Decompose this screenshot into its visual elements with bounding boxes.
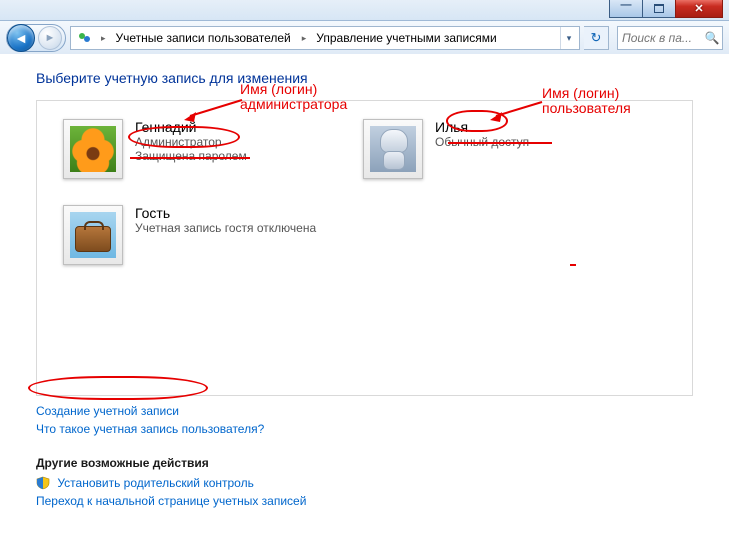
content-area: Выберите учетную запись для изменения Ге… xyxy=(0,54,729,543)
account-gennadiy[interactable]: Геннадий Администратор Защищена паролем xyxy=(63,119,363,179)
other-actions-heading: Другие возможные действия xyxy=(36,456,693,470)
forward-button[interactable]: ► xyxy=(38,26,62,50)
breadcrumb-dropdown[interactable]: ▾ xyxy=(560,27,577,49)
account-name: Илья xyxy=(435,119,529,135)
search-icon[interactable]: 🔍 xyxy=(702,31,722,45)
back-button[interactable]: ◄ xyxy=(7,24,35,52)
nav-buttons: ◄ ► xyxy=(6,24,66,52)
robot-icon xyxy=(370,126,416,172)
maximize-button[interactable] xyxy=(642,0,676,18)
account-texts: Гость Учетная запись гостя отключена xyxy=(135,205,316,265)
link-create-account[interactable]: Создание учетной записи xyxy=(36,404,179,418)
accounts-row: Геннадий Администратор Защищена паролем … xyxy=(43,119,686,291)
link-what-is-account[interactable]: Что такое учетная запись пользователя? xyxy=(36,422,264,436)
breadcrumb-seg-1[interactable]: Учетные записи пользователей xyxy=(110,27,298,49)
page-title: Выберите учетную запись для изменения xyxy=(36,70,693,86)
window-buttons: — ✕ xyxy=(610,0,723,18)
account-texts: Геннадий Администратор Защищена паролем xyxy=(135,119,247,179)
arrow-right-icon: ► xyxy=(45,32,56,44)
account-name: Гость xyxy=(135,205,316,221)
account-role: Администратор xyxy=(135,135,247,149)
breadcrumb[interactable]: ▸ Учетные записи пользователей ▸ Управле… xyxy=(70,26,580,50)
refresh-icon: ↻ xyxy=(591,30,602,46)
chevron-right-icon: ▸ xyxy=(97,33,110,44)
avatar xyxy=(63,119,123,179)
search-input[interactable] xyxy=(618,31,702,45)
accounts-box: Геннадий Администратор Защищена паролем … xyxy=(36,100,693,396)
suitcase-icon xyxy=(70,212,116,258)
flower-icon xyxy=(70,126,116,172)
avatar xyxy=(363,119,423,179)
account-guest[interactable]: Гость Учетная запись гостя отключена xyxy=(63,205,363,265)
title-bar: — ✕ xyxy=(0,0,729,21)
link-parental-controls[interactable]: Установить родительский контроль xyxy=(57,476,254,490)
search-box[interactable]: 🔍 xyxy=(617,26,723,50)
links-block: Создание учетной записи Что такое учетна… xyxy=(36,402,693,438)
close-button[interactable]: ✕ xyxy=(675,0,723,18)
arrow-left-icon: ◄ xyxy=(14,30,28,46)
avatar xyxy=(63,205,123,265)
shield-icon xyxy=(36,476,50,490)
control-panel-icon xyxy=(76,29,94,47)
link-accounts-home[interactable]: Переход к начальной странице учетных зап… xyxy=(36,494,306,508)
account-pw: Защищена паролем xyxy=(135,149,247,163)
account-role: Учетная запись гостя отключена xyxy=(135,221,316,235)
address-bar: ◄ ► ▸ Учетные записи пользователей ▸ Упр… xyxy=(0,21,729,56)
breadcrumb-seg-2[interactable]: Управление учетными записями xyxy=(310,27,503,49)
minimize-button[interactable]: — xyxy=(609,0,643,18)
account-texts: Илья Обычный доступ xyxy=(435,119,529,179)
account-name: Геннадий xyxy=(135,119,247,135)
account-ilya[interactable]: Илья Обычный доступ xyxy=(363,119,623,179)
refresh-button[interactable]: ↻ xyxy=(584,26,609,50)
chevron-right-icon: ▸ xyxy=(298,33,311,44)
account-role: Обычный доступ xyxy=(435,135,529,149)
